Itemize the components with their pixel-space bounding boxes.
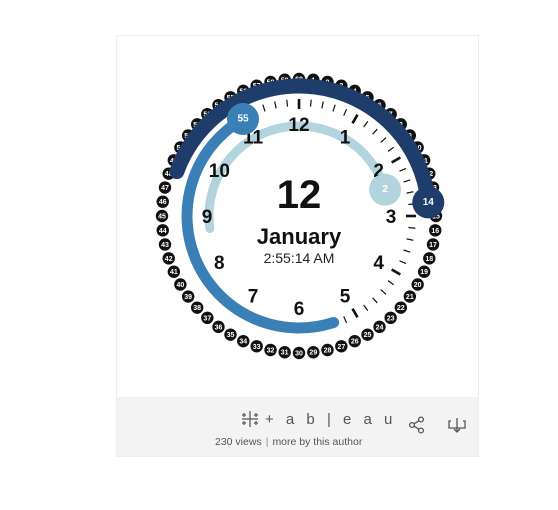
minute-tick xyxy=(363,120,369,128)
second-dot-label: 36 xyxy=(215,324,223,331)
minute-tick xyxy=(332,104,336,112)
second-dot-label: 38 xyxy=(193,305,201,312)
second-dot-label: 30 xyxy=(295,351,303,358)
minute-tick xyxy=(274,101,277,109)
clock-visualization: 1234567891011121314151617181920212223242… xyxy=(155,72,445,360)
second-dot-label: 44 xyxy=(159,228,167,235)
second-dot-label: 43 xyxy=(161,242,169,249)
hour-numbers: 121234567891011 xyxy=(202,115,397,320)
minute-tick xyxy=(309,99,312,107)
hour-number: 8 xyxy=(214,253,225,274)
minute-tick xyxy=(363,304,369,312)
minute-tick xyxy=(380,137,387,143)
second-dot-label: 37 xyxy=(203,315,211,322)
second-dot-label: 46 xyxy=(159,199,167,206)
second-dot-label: 33 xyxy=(253,344,261,351)
minute-tick xyxy=(399,260,407,265)
hour-number: 7 xyxy=(248,287,259,308)
hours-badge[interactable]: 2 xyxy=(369,173,402,206)
minute-tick xyxy=(399,167,407,172)
minute-tick xyxy=(351,114,359,124)
hour-number: 6 xyxy=(294,299,305,320)
minute-tick xyxy=(387,146,395,152)
second-dot-label: 40 xyxy=(176,282,184,289)
seconds-badge-label: 14 xyxy=(423,197,435,208)
minute-tick xyxy=(262,104,266,112)
viz-card: 1234567891011121314151617181920212223242… xyxy=(116,35,479,457)
second-dot-label: 34 xyxy=(239,339,247,346)
minute-tick xyxy=(286,99,289,107)
time-readout: 2:55:14 AM xyxy=(264,250,335,266)
view-stats: 230 views | more by this author xyxy=(215,436,362,448)
second-dot-label: 24 xyxy=(376,324,384,331)
minute-tick xyxy=(372,128,378,135)
minute-tick xyxy=(403,249,411,253)
seconds-badge[interactable]: 14 xyxy=(412,186,445,219)
minute-tick xyxy=(403,179,411,183)
second-dot-label: 19 xyxy=(420,269,428,276)
second-dot-label: 35 xyxy=(227,332,235,339)
second-dot-label: 42 xyxy=(165,256,173,263)
hour-number: 10 xyxy=(209,161,230,182)
tableau-wordmark: + a b | e a u xyxy=(265,410,397,428)
minutes-badge[interactable]: 55 xyxy=(227,103,259,136)
month-name: January xyxy=(257,224,342,249)
share-icon[interactable] xyxy=(407,415,427,435)
second-dot-label: 39 xyxy=(184,294,192,301)
minute-tick xyxy=(406,191,414,194)
hour-number: 3 xyxy=(386,207,397,228)
day-number: 12 xyxy=(277,173,322,217)
second-dot-label: 31 xyxy=(281,350,289,357)
second-dot-label: 41 xyxy=(170,269,178,276)
minute-tick xyxy=(351,308,359,318)
second-dot-label: 21 xyxy=(406,294,414,301)
views-count: 230 views xyxy=(215,436,262,448)
hours-badge-label: 2 xyxy=(382,184,388,195)
hour-number: 4 xyxy=(373,253,384,274)
hour-number: 9 xyxy=(202,207,213,228)
minute-tick xyxy=(391,268,401,276)
hour-number: 12 xyxy=(288,115,309,136)
minute-tick xyxy=(380,289,387,295)
second-dot-label: 28 xyxy=(324,348,332,355)
download-icon[interactable] xyxy=(447,415,467,435)
more-by-author-link[interactable]: more by this author xyxy=(272,436,362,448)
second-dot-label: 26 xyxy=(351,339,359,346)
second-dot-label: 16 xyxy=(431,228,439,235)
second-dot-label: 47 xyxy=(161,185,169,192)
viz-footer: + a b | e a u 230 views | more by this aut… xyxy=(117,397,478,456)
second-dot-label: 27 xyxy=(337,344,345,351)
minute-tick xyxy=(343,316,348,324)
hour-number: 1 xyxy=(340,127,351,148)
second-dot-label: 22 xyxy=(397,305,405,312)
meta-separator: | xyxy=(265,436,269,448)
second-dot-label: 18 xyxy=(425,256,433,263)
second-dot-label: 29 xyxy=(309,350,317,357)
second-dot-label: 25 xyxy=(364,332,372,339)
minute-tick xyxy=(321,101,324,109)
minute-tick xyxy=(372,297,378,304)
minute-tick xyxy=(391,156,401,164)
second-dot-label: 17 xyxy=(429,242,437,249)
minute-tick xyxy=(387,280,395,286)
second-dot-label: 20 xyxy=(414,282,422,289)
minute-tick xyxy=(406,238,414,241)
tableau-logo[interactable]: + a b | e a u xyxy=(241,409,396,429)
minutes-badge-label: 55 xyxy=(237,114,249,125)
hour-number: 5 xyxy=(340,287,351,308)
second-dot-label: 32 xyxy=(267,348,275,355)
minute-tick xyxy=(343,108,348,116)
second-dot-label: 23 xyxy=(387,315,395,322)
second-dot-label: 45 xyxy=(158,214,166,221)
minute-tick xyxy=(408,226,416,229)
tableau-cross-icon xyxy=(242,411,258,427)
